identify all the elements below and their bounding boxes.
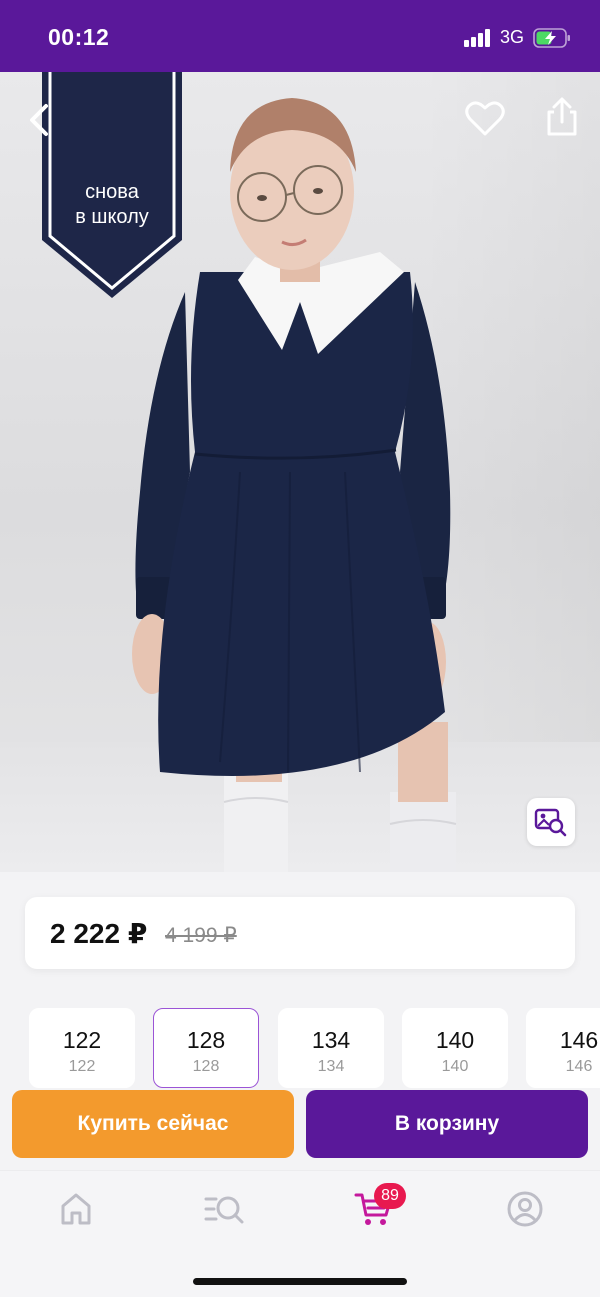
- catalog-search-icon[interactable]: [204, 1189, 244, 1229]
- size-label: 134: [311, 1027, 351, 1053]
- promo-banner-text: снова в школу: [42, 180, 182, 230]
- size-chip-128[interactable]: 128 128: [153, 1008, 259, 1088]
- home-icon[interactable]: [56, 1189, 96, 1229]
- size-sublabel: 140: [441, 1058, 469, 1075]
- size-label: 140: [435, 1027, 475, 1053]
- status-bar: 00:12 3G: [0, 0, 600, 72]
- size-chip-122[interactable]: 122 122: [29, 1008, 135, 1088]
- promo-line-1: снова: [85, 181, 139, 203]
- size-label: 128: [186, 1027, 226, 1053]
- size-sublabel: 122: [68, 1058, 96, 1075]
- size-chip-146[interactable]: 146 146: [526, 1008, 600, 1088]
- heart-icon[interactable]: [464, 98, 506, 138]
- current-price: 2 222 ₽: [50, 918, 148, 949]
- size-sublabel: 128: [192, 1058, 220, 1075]
- add-to-cart-button[interactable]: В корзину: [306, 1090, 588, 1158]
- size-sublabel: 146: [565, 1058, 593, 1075]
- battery-charging-icon: [533, 28, 570, 48]
- share-icon[interactable]: [544, 96, 580, 138]
- signal-icon: [464, 29, 492, 47]
- size-chip-134[interactable]: 134 134: [278, 1008, 384, 1088]
- status-time: 00:12: [48, 24, 110, 50]
- profile-icon[interactable]: [505, 1189, 545, 1229]
- product-photo[interactable]: снова в школу: [0, 72, 600, 872]
- size-label: 146: [559, 1027, 599, 1053]
- size-label: 122: [62, 1027, 102, 1053]
- image-search-button[interactable]: [527, 798, 575, 846]
- cart-count-badge: 89: [374, 1183, 406, 1209]
- image-search-icon: [534, 808, 567, 837]
- size-sublabel: 134: [317, 1058, 345, 1075]
- size-chip-140[interactable]: 140 140: [402, 1008, 508, 1088]
- back-icon[interactable]: [22, 100, 58, 140]
- size-selector: 122 122 128 128 134 134 140 140 146 146: [0, 1008, 600, 1090]
- home-indicator[interactable]: [193, 1278, 407, 1285]
- old-price: 4 199 ₽: [165, 924, 237, 947]
- promo-line-2: в школу: [75, 206, 149, 228]
- network-type: 3G: [500, 27, 525, 47]
- buy-now-button[interactable]: Купить сейчас: [12, 1090, 294, 1158]
- price-card: 2 222 ₽ 4 199 ₽: [25, 897, 575, 969]
